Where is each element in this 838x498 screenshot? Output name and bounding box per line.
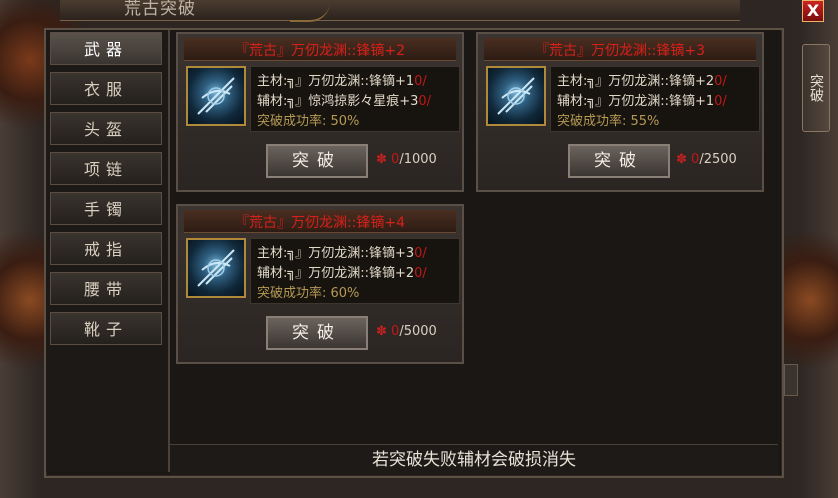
aux-material-line: 辅材:╗』惊鸿掠影々星痕+30/ — [257, 94, 432, 109]
category-necklace[interactable]: 项链 — [50, 152, 162, 185]
main-material-line: 主材:╗』万仞龙渊::锋镝+10/ — [257, 74, 427, 89]
upgrade-card: 『荒古』万仞龙渊::锋镝+3 主材:╗』万仞龙渊::锋镝+20/ 辅材:╗』万仞… — [476, 32, 764, 192]
footer-warning: 若突破失败辅材会破损消失 — [170, 444, 778, 475]
aux-material-line: 辅材:╗』万仞龙渊::锋镝+20/ — [257, 266, 427, 281]
category-clothes[interactable]: 衣服 — [50, 72, 162, 105]
scroll-handle[interactable] — [784, 364, 798, 396]
upgrade-card: 『荒古』万仞龙渊::锋镝+4 主材:╗』万仞龙渊::锋镝+30/ 辅材:╗』万仞… — [176, 204, 464, 364]
card-title: 『荒古』万仞龙渊::锋镝+3 — [534, 43, 706, 59]
category-bracelet[interactable]: 手镯 — [50, 192, 162, 225]
red-gem-icon: ✽ — [376, 324, 387, 339]
main-material-line: 主材:╗』万仞龙渊::锋镝+20/ — [557, 74, 727, 89]
category-boots[interactable]: 靴子 — [50, 312, 162, 345]
close-button[interactable]: X — [802, 0, 824, 22]
success-rate: 突破成功率: 60% — [257, 286, 360, 301]
upgrade-grid: 『荒古』万仞龙渊::锋镝+2 主材:╗』万仞龙渊::锋镝+10/ 辅材:╗』惊鸿… — [170, 30, 780, 442]
material-info: 主材:╗』万仞龙渊::锋镝+30/ 辅材:╗』万仞龙渊::锋镝+20/ 突破成功… — [250, 238, 460, 304]
weapon-item-icon[interactable] — [186, 238, 246, 298]
category-list: 武器 衣服 头盔 项链 手镯 戒指 腰带 靴子 — [46, 30, 170, 472]
red-gem-icon: ✽ — [376, 152, 387, 167]
material-info: 主材:╗』万仞龙渊::锋镝+10/ 辅材:╗』惊鸿掠影々星痕+30/ 突破成功率… — [250, 66, 460, 132]
main-panel: 武器 衣服 头盔 项链 手镯 戒指 腰带 靴子 『荒古』万仞龙渊::锋镝+2 主… — [44, 28, 784, 478]
weapon-item-icon[interactable] — [186, 66, 246, 126]
card-title: 『荒古』万仞龙渊::锋镝+2 — [234, 43, 406, 59]
breakthrough-button[interactable]: 突破 — [266, 316, 368, 350]
upgrade-card: 『荒古』万仞龙渊::锋镝+2 主材:╗』万仞龙渊::锋镝+10/ 辅材:╗』惊鸿… — [176, 32, 464, 192]
aux-material-line: 辅材:╗』万仞龙渊::锋镝+10/ — [557, 94, 727, 109]
red-gem-icon: ✽ — [676, 152, 687, 167]
category-weapon[interactable]: 武器 — [50, 32, 162, 65]
success-rate: 突破成功率: 50% — [257, 114, 360, 129]
category-ring[interactable]: 戒指 — [50, 232, 162, 265]
success-rate: 突破成功率: 55% — [557, 114, 660, 129]
side-tab-breakthrough[interactable]: 突破 — [802, 44, 830, 132]
breakthrough-button[interactable]: 突破 — [568, 144, 670, 178]
main-material-line: 主材:╗』万仞龙渊::锋镝+30/ — [257, 246, 427, 261]
window-title: 荒古突破 — [124, 0, 196, 19]
title-ornament — [290, 0, 330, 22]
breakthrough-button[interactable]: 突破 — [266, 144, 368, 178]
weapon-item-icon[interactable] — [486, 66, 546, 126]
cost-display: ✽ 0/5000 — [376, 324, 437, 339]
card-title: 『荒古』万仞龙渊::锋镝+4 — [234, 215, 406, 231]
category-belt[interactable]: 腰带 — [50, 272, 162, 305]
cost-display: ✽ 0/1000 — [376, 152, 437, 167]
category-helmet[interactable]: 头盔 — [50, 112, 162, 145]
material-info: 主材:╗』万仞龙渊::锋镝+20/ 辅材:╗』万仞龙渊::锋镝+10/ 突破成功… — [550, 66, 760, 132]
cost-display: ✽ 0/2500 — [676, 152, 737, 167]
